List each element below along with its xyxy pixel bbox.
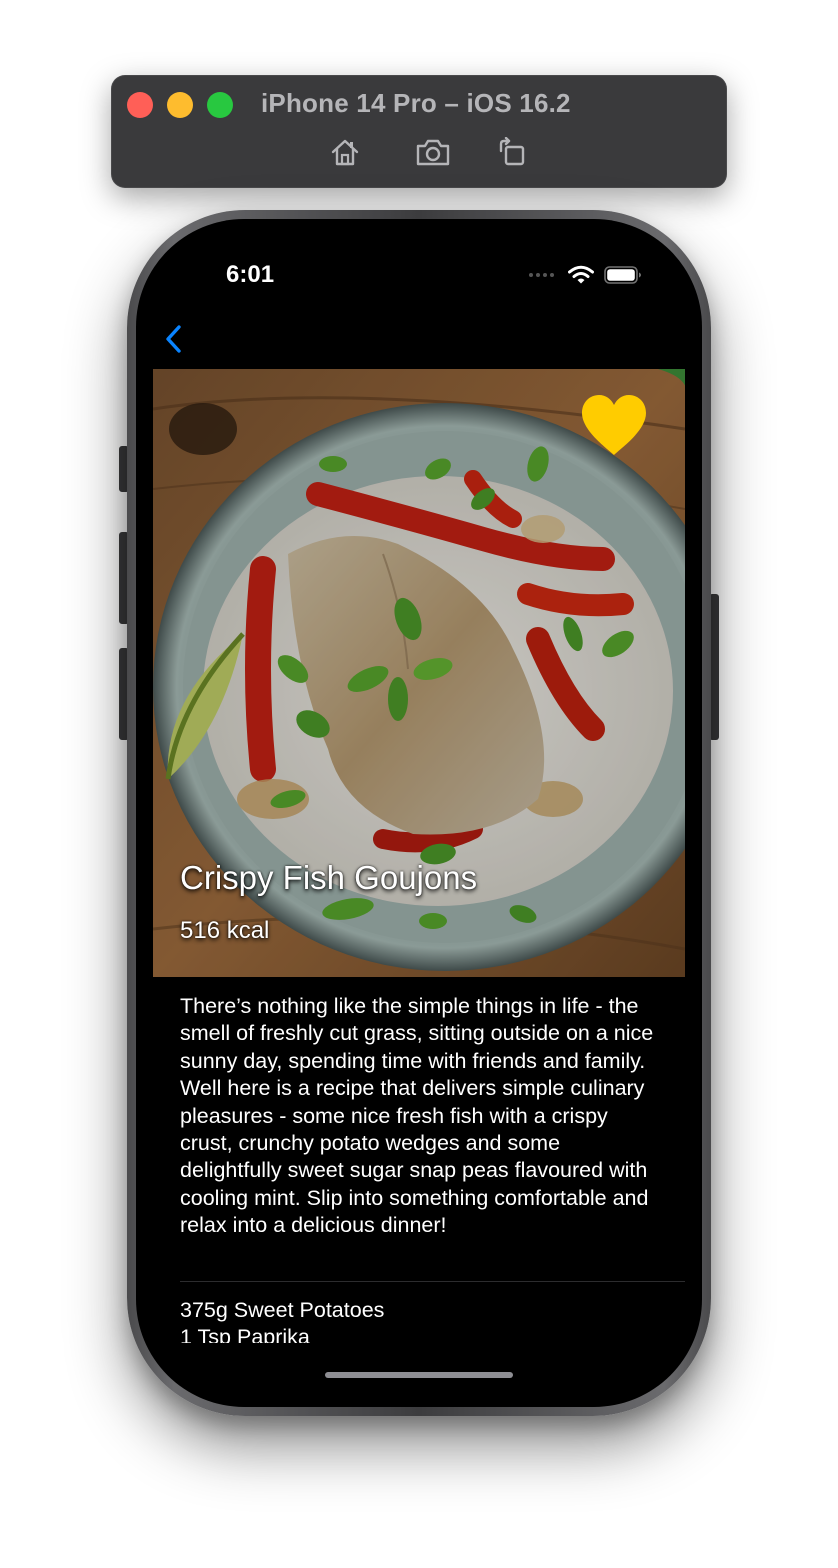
home-icon: [331, 139, 359, 166]
home-indicator[interactable]: [325, 1372, 513, 1378]
battery-icon: [604, 266, 641, 284]
heart-icon: [582, 395, 646, 455]
chevron-left-icon: [166, 325, 181, 353]
wifi-icon: [568, 265, 594, 284]
screenshot-button[interactable]: [414, 135, 452, 169]
ingredient-item: 1 Tsp Paprika: [180, 1325, 310, 1343]
recipe-description: There’s nothing like the simple things i…: [180, 994, 654, 1238]
screenshot-icon: [416, 139, 450, 166]
window-minimize-button[interactable]: [167, 92, 193, 118]
favorite-button[interactable]: [579, 393, 649, 457]
status-icons: [529, 265, 642, 285]
simulator-title: iPhone 14 Pro – iOS 16.2: [261, 88, 571, 118]
recipe-calories: 516 kcal: [180, 917, 270, 944]
recipe-title: Crispy Fish Goujons: [180, 859, 478, 896]
rotate-button[interactable]: [493, 135, 531, 169]
ingredient-list: 375g Sweet Potatoes 1 Tsp Paprika: [180, 1297, 660, 1343]
rotate-icon: [499, 137, 525, 166]
phone-screen: 6:01 Crispy Fish Goujons 516 kcal There’…: [136, 219, 702, 1407]
window-close-button[interactable]: [127, 92, 153, 118]
simulator-stage: iPhone 14 Pro – iOS 16.2 6:01 Crispy Fis…: [0, 0, 838, 1568]
section-divider: [180, 1281, 685, 1282]
status-time: 6:01: [226, 261, 275, 288]
ingredient-item: 375g Sweet Potatoes: [180, 1298, 385, 1322]
window-zoom-button[interactable]: [207, 92, 233, 118]
signal-icon: [529, 273, 554, 277]
recipe-hero-image: Crispy Fish Goujons 516 kcal: [153, 369, 685, 977]
home-button[interactable]: [326, 135, 364, 169]
back-button[interactable]: [160, 323, 190, 355]
simulator-toolbar: iPhone 14 Pro – iOS 16.2: [111, 75, 727, 188]
